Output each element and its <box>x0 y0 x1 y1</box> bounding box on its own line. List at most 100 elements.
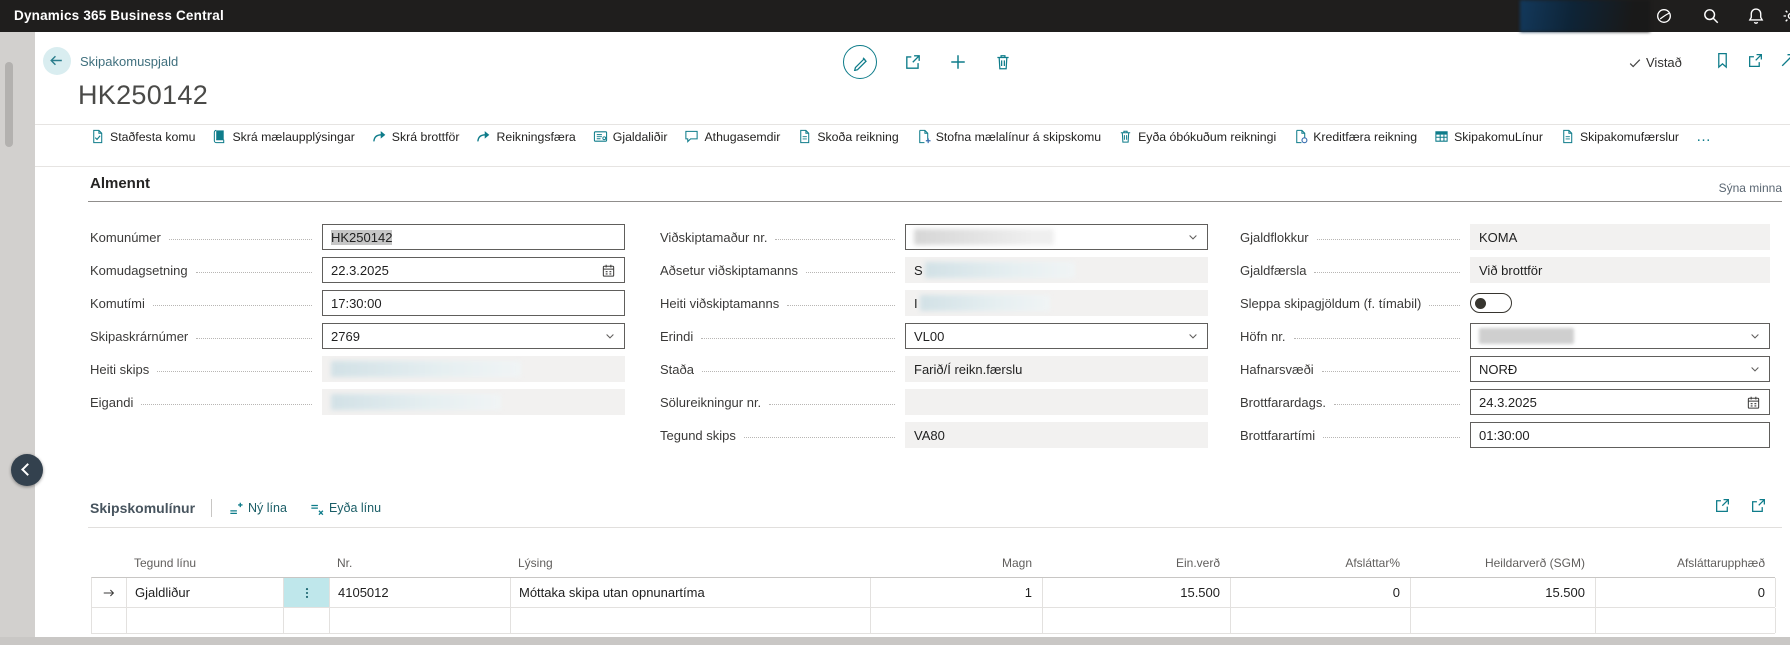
tegund-skips-field: VA80 <box>905 422 1208 448</box>
toolbar-item-reikningsfaera[interactable]: Reikningsfæra <box>476 129 575 144</box>
toolbar-item-stofna-maelalinur[interactable]: Stofna mælalínur á skipskomu <box>916 129 1101 144</box>
field-brottfarardags: Brottfarardags. 24.3.2025 <box>1240 389 1770 415</box>
sleppa-skipagjoldum-toggle[interactable] <box>1470 293 1512 313</box>
section-title-almennt: Almennt <box>90 175 150 192</box>
cell-magn[interactable]: 1 <box>871 578 1043 607</box>
forward-arrow-icon <box>372 129 387 144</box>
col-header-magn[interactable]: Magn <box>870 556 1042 577</box>
toolbar-item-skoda-reikning[interactable]: Skoða reikning <box>797 129 898 144</box>
open-in-window-icon[interactable] <box>1747 52 1764 69</box>
toolbar-item-eyda-obokudum-reikningi[interactable]: Eyða óbókuðum reikningi <box>1118 129 1276 144</box>
col-header-einverd[interactable]: Ein.verð <box>1042 556 1230 577</box>
skipaskrarnumer-dropdown[interactable]: 2769 <box>322 323 625 349</box>
row-options-button[interactable] <box>284 578 330 607</box>
brottfarartimi-input[interactable]: 01:30:00 <box>1470 422 1770 448</box>
chevron-down-icon[interactable] <box>1187 330 1199 342</box>
redacted-value <box>331 361 521 377</box>
chevron-down-icon[interactable] <box>1749 363 1761 375</box>
breadcrumb[interactable]: Skipakomuspjald <box>80 54 178 69</box>
check-icon <box>1628 56 1642 70</box>
cell-heildarverd-sgm[interactable]: 15.500 <box>1411 578 1596 607</box>
notifications-bell-icon[interactable] <box>1747 7 1765 25</box>
edit-button[interactable] <box>843 45 877 79</box>
active-row-indicator[interactable] <box>92 578 127 607</box>
trash-icon <box>1118 129 1133 144</box>
environment-icon[interactable] <box>1655 7 1673 25</box>
komutimi-input[interactable]: 17:30:00 <box>322 290 625 316</box>
toolbar-item-skra-maelaupplysingar[interactable]: Skrá mælaupplýsingar <box>212 129 354 144</box>
stada-field: Farið/Í reikn.færslu <box>905 356 1208 382</box>
adsetur-field[interactable]: S <box>905 257 1208 283</box>
col-header-tegund-linu[interactable]: Tegund línu <box>126 556 283 577</box>
section-rule <box>88 201 1782 202</box>
vidskiptamadur-dropdown[interactable] <box>905 224 1208 250</box>
bookmark-icon[interactable] <box>1714 52 1731 69</box>
komudagsetning-input[interactable]: 22.3.2025 <box>322 257 625 283</box>
new-line-button[interactable]: Ný lína <box>228 501 287 516</box>
page-title: HK250142 <box>78 80 208 111</box>
share-button[interactable] <box>904 53 922 71</box>
cell-nr[interactable]: 4105012 <box>330 578 511 607</box>
delete-line-button[interactable]: Eyða línu <box>309 501 381 516</box>
field-erindi: Erindi VL00 <box>660 323 1208 349</box>
field-hafnarsvaedi: Hafnarsvæði NORÐ <box>1240 356 1770 382</box>
cell-einverd[interactable]: 15.500 <box>1043 578 1231 607</box>
cell-lysing[interactable]: Móttaka skipa utan opnunartíma <box>511 578 871 607</box>
toggle-knob <box>1475 298 1486 309</box>
field-stada: Staða Farið/Í reikn.færslu <box>660 356 1208 382</box>
redacted-value <box>914 229 1054 245</box>
calendar-icon[interactable] <box>601 263 616 278</box>
toolbar-item-skipakomufaerslur[interactable]: Skipakomufærslur <box>1560 129 1679 144</box>
col-header-afslattarupphaed[interactable]: Afsláttarupphæð <box>1595 556 1775 577</box>
toolbar-item-stadfesta-komu[interactable]: Staðfesta komu <box>90 129 195 144</box>
collapse-panel-button[interactable] <box>11 454 43 486</box>
redacted-value <box>1479 328 1574 344</box>
erindi-dropdown[interactable]: VL00 <box>905 323 1208 349</box>
toolbar-item-skipakomulinur[interactable]: SkipakomuLínur <box>1434 129 1543 144</box>
back-button[interactable] <box>43 47 71 75</box>
new-record-button[interactable] <box>949 53 967 71</box>
field-gjaldflokkur: Gjaldflokkur KOMA <box>1240 224 1770 250</box>
chevron-down-icon[interactable] <box>1749 330 1761 342</box>
brottfarardags-input[interactable]: 24.3.2025 <box>1470 389 1770 415</box>
komunumer-input[interactable]: HK250142 <box>322 224 625 250</box>
toolbar-item-kreditfaera-reikning[interactable]: Kreditfæra reikning <box>1293 129 1417 144</box>
toolbar-overflow-button[interactable]: … <box>1696 128 1713 145</box>
redacted-value <box>331 394 501 410</box>
chevron-down-icon[interactable] <box>1187 231 1199 243</box>
table-empty-row <box>91 608 1775 634</box>
back-arrow-icon <box>48 52 65 69</box>
hafnarsvaedi-dropdown[interactable]: NORÐ <box>1470 356 1770 382</box>
table-header-row: Tegund línu Nr. Lýsing Magn Ein.verð Afs… <box>91 545 1775 577</box>
toolbar-item-athugasemdir[interactable]: Athugasemdir <box>684 129 780 144</box>
toolbar-item-gjaldalidir[interactable]: Gjaldaliðir <box>593 129 668 144</box>
col-header-lysing[interactable]: Lýsing <box>510 556 870 577</box>
open-in-excel-icon[interactable] <box>1750 497 1767 514</box>
heiti-skips-field[interactable] <box>322 356 625 382</box>
col-header-heildarverd-sgm[interactable]: Heildarverð (SGM) <box>1410 556 1595 577</box>
toolbar-item-skra-brottfor[interactable]: Skrá brottför <box>372 129 460 144</box>
cell-tegund-linu[interactable]: Gjaldliður <box>127 578 284 607</box>
search-icon[interactable] <box>1702 7 1720 25</box>
expand-icon[interactable] <box>1779 52 1790 69</box>
pencil-icon <box>852 54 869 71</box>
show-less-link[interactable]: Sýna minna <box>1702 181 1782 195</box>
heiti-vidskiptamanns-field[interactable]: I <box>905 290 1208 316</box>
field-tegund-skips: Tegund skips VA80 <box>660 422 1208 448</box>
field-eigandi: Eigandi <box>90 389 625 415</box>
col-header-afslattar-pct[interactable]: Afsláttar% <box>1230 556 1410 577</box>
left-scroll-gutter[interactable] <box>0 32 35 637</box>
hofn-nr-dropdown[interactable] <box>1470 323 1770 349</box>
share-icon[interactable] <box>1714 497 1731 514</box>
chevron-down-icon[interactable] <box>604 330 616 342</box>
cell-afslattar-pct[interactable]: 0 <box>1231 578 1411 607</box>
delete-record-button[interactable] <box>994 53 1012 71</box>
calendar-icon[interactable] <box>1746 395 1761 410</box>
cell-afslattarupphaed[interactable]: 0 <box>1596 578 1776 607</box>
settings-gear-icon[interactable] <box>1782 7 1790 25</box>
gjaldflokkur-field: KOMA <box>1470 224 1770 250</box>
col-header-nr[interactable]: Nr. <box>329 556 510 577</box>
app-title[interactable]: Dynamics 365 Business Central <box>14 0 224 32</box>
scrollbar-thumb[interactable] <box>5 62 13 147</box>
eigandi-field[interactable] <box>322 389 625 415</box>
